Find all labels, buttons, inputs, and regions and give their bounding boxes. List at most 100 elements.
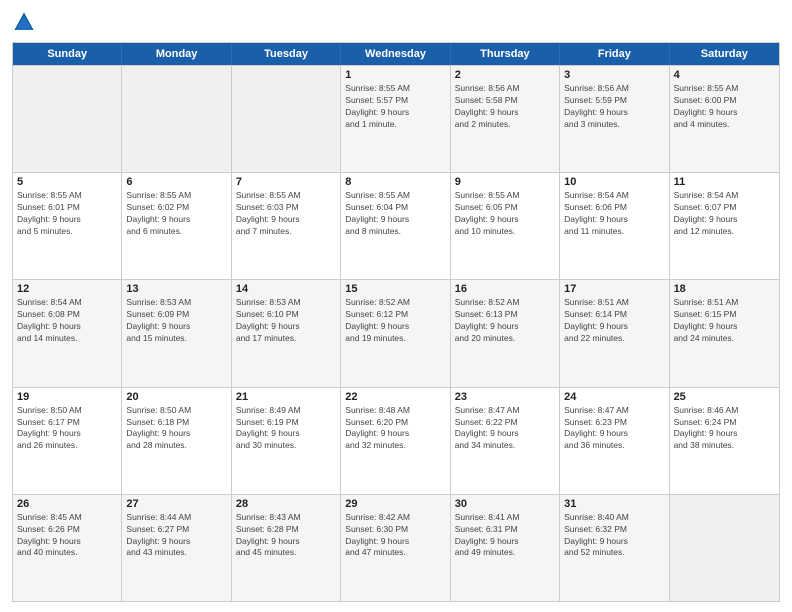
calendar-cell: 15 Sunrise: 8:52 AM Sunset: 6:12 PM Dayli… — [341, 280, 450, 386]
day-info: Sunrise: 8:54 AM Sunset: 6:06 PM Dayligh… — [564, 190, 664, 238]
calendar-cell: 3 Sunrise: 8:56 AM Sunset: 5:59 PM Daylig… — [560, 66, 669, 172]
day-info: Sunrise: 8:56 AM Sunset: 5:58 PM Dayligh… — [455, 83, 555, 131]
calendar-header: SundayMondayTuesdayWednesdayThursdayFrid… — [13, 43, 779, 65]
day-info: Sunrise: 8:53 AM Sunset: 6:10 PM Dayligh… — [236, 297, 336, 345]
calendar-cell: 14 Sunrise: 8:53 AM Sunset: 6:10 PM Dayli… — [232, 280, 341, 386]
calendar-cell: 29 Sunrise: 8:42 AM Sunset: 6:30 PM Dayli… — [341, 495, 450, 601]
calendar-cell: 7Sunrise: 8:55 AM Sunset: 6:03 PM Daylig… — [232, 173, 341, 279]
weekday-header: Thursday — [451, 43, 560, 65]
day-info: Sunrise: 8:55 AM Sunset: 6:03 PM Dayligh… — [236, 190, 336, 238]
day-info: Sunrise: 8:55 AM Sunset: 6:00 PM Dayligh… — [674, 83, 775, 131]
weekday-header: Saturday — [670, 43, 779, 65]
calendar-grid: SundayMondayTuesdayWednesdayThursdayFrid… — [12, 42, 780, 602]
calendar-row: 5 Sunrise: 8:55 AM Sunset: 6:01 PM Daylig… — [13, 172, 779, 279]
day-number: 27 — [126, 498, 226, 510]
day-number: 23 — [455, 391, 555, 403]
calendar-cell: 25 Sunrise: 8:46 AM Sunset: 6:24 PM Dayli… — [670, 388, 779, 494]
day-info: Sunrise: 8:55 AM Sunset: 6:05 PM Dayligh… — [455, 190, 555, 238]
weekday-header: Wednesday — [341, 43, 450, 65]
day-number: 15 — [345, 283, 445, 295]
calendar-cell: 10Sunrise: 8:54 AM Sunset: 6:06 PM Dayli… — [560, 173, 669, 279]
day-info: Sunrise: 8:50 AM Sunset: 6:18 PM Dayligh… — [126, 405, 226, 453]
day-info: Sunrise: 8:56 AM Sunset: 5:59 PM Dayligh… — [564, 83, 664, 131]
calendar-cell: 20 Sunrise: 8:50 AM Sunset: 6:18 PM Dayli… — [122, 388, 231, 494]
day-number: 17 — [564, 283, 664, 295]
calendar-row: 19 Sunrise: 8:50 AM Sunset: 6:17 PM Dayli… — [13, 387, 779, 494]
day-info: Sunrise: 8:49 AM Sunset: 6:19 PM Dayligh… — [236, 405, 336, 453]
day-number: 22 — [345, 391, 445, 403]
calendar-cell: 21Sunrise: 8:49 AM Sunset: 6:19 PM Dayli… — [232, 388, 341, 494]
calendar-cell: 9 Sunrise: 8:55 AM Sunset: 6:05 PM Daylig… — [451, 173, 560, 279]
calendar-cell: 16 Sunrise: 8:52 AM Sunset: 6:13 PM Dayli… — [451, 280, 560, 386]
day-info: Sunrise: 8:52 AM Sunset: 6:12 PM Dayligh… — [345, 297, 445, 345]
calendar-cell: 23 Sunrise: 8:47 AM Sunset: 6:22 PM Dayli… — [451, 388, 560, 494]
day-info: Sunrise: 8:46 AM Sunset: 6:24 PM Dayligh… — [674, 405, 775, 453]
day-info: Sunrise: 8:55 AM Sunset: 5:57 PM Dayligh… — [345, 83, 445, 131]
day-number: 19 — [17, 391, 117, 403]
day-number: 4 — [674, 69, 775, 81]
day-info: Sunrise: 8:54 AM Sunset: 6:07 PM Dayligh… — [674, 190, 775, 238]
day-number: 6 — [126, 176, 226, 188]
calendar-cell: 11 Sunrise: 8:54 AM Sunset: 6:07 PM Dayli… — [670, 173, 779, 279]
calendar-cell: 27Sunrise: 8:44 AM Sunset: 6:27 PM Dayli… — [122, 495, 231, 601]
calendar-cell: 17Sunrise: 8:51 AM Sunset: 6:14 PM Dayli… — [560, 280, 669, 386]
calendar-body: 1Sunrise: 8:55 AM Sunset: 5:57 PM Daylig… — [13, 65, 779, 601]
day-number: 2 — [455, 69, 555, 81]
calendar-cell: 8 Sunrise: 8:55 AM Sunset: 6:04 PM Daylig… — [341, 173, 450, 279]
day-number: 13 — [126, 283, 226, 295]
day-number: 29 — [345, 498, 445, 510]
calendar-cell: 26 Sunrise: 8:45 AM Sunset: 6:26 PM Dayli… — [13, 495, 122, 601]
day-number: 26 — [17, 498, 117, 510]
day-info: Sunrise: 8:55 AM Sunset: 6:04 PM Dayligh… — [345, 190, 445, 238]
day-number: 16 — [455, 283, 555, 295]
day-number: 18 — [674, 283, 775, 295]
day-number: 11 — [674, 176, 775, 188]
weekday-header: Monday — [122, 43, 231, 65]
calendar-cell: 2 Sunrise: 8:56 AM Sunset: 5:58 PM Daylig… — [451, 66, 560, 172]
day-number: 31 — [564, 498, 664, 510]
calendar-cell: 28 Sunrise: 8:43 AM Sunset: 6:28 PM Dayli… — [232, 495, 341, 601]
day-info: Sunrise: 8:50 AM Sunset: 6:17 PM Dayligh… — [17, 405, 117, 453]
calendar-cell: 30Sunrise: 8:41 AM Sunset: 6:31 PM Dayli… — [451, 495, 560, 601]
calendar-cell — [13, 66, 122, 172]
day-number: 5 — [17, 176, 117, 188]
calendar-cell — [670, 495, 779, 601]
calendar-cell: 24Sunrise: 8:47 AM Sunset: 6:23 PM Dayli… — [560, 388, 669, 494]
day-info: Sunrise: 8:40 AM Sunset: 6:32 PM Dayligh… — [564, 512, 664, 560]
day-number: 30 — [455, 498, 555, 510]
day-number: 9 — [455, 176, 555, 188]
day-info: Sunrise: 8:52 AM Sunset: 6:13 PM Dayligh… — [455, 297, 555, 345]
calendar-cell: 31 Sunrise: 8:40 AM Sunset: 6:32 PM Dayli… — [560, 495, 669, 601]
day-info: Sunrise: 8:43 AM Sunset: 6:28 PM Dayligh… — [236, 512, 336, 560]
day-info: Sunrise: 8:54 AM Sunset: 6:08 PM Dayligh… — [17, 297, 117, 345]
weekday-header: Sunday — [13, 43, 122, 65]
day-info: Sunrise: 8:51 AM Sunset: 6:15 PM Dayligh… — [674, 297, 775, 345]
day-info: Sunrise: 8:55 AM Sunset: 6:01 PM Dayligh… — [17, 190, 117, 238]
page-header — [12, 10, 780, 34]
day-info: Sunrise: 8:48 AM Sunset: 6:20 PM Dayligh… — [345, 405, 445, 453]
day-number: 12 — [17, 283, 117, 295]
calendar-cell: 5 Sunrise: 8:55 AM Sunset: 6:01 PM Daylig… — [13, 173, 122, 279]
calendar-row: 12 Sunrise: 8:54 AM Sunset: 6:08 PM Dayli… — [13, 279, 779, 386]
calendar-row: 26 Sunrise: 8:45 AM Sunset: 6:26 PM Dayli… — [13, 494, 779, 601]
weekday-header: Friday — [560, 43, 669, 65]
calendar-cell — [122, 66, 231, 172]
calendar-cell: 6 Sunrise: 8:55 AM Sunset: 6:02 PM Daylig… — [122, 173, 231, 279]
day-number: 20 — [126, 391, 226, 403]
day-info: Sunrise: 8:45 AM Sunset: 6:26 PM Dayligh… — [17, 512, 117, 560]
calendar-cell: 12 Sunrise: 8:54 AM Sunset: 6:08 PM Dayli… — [13, 280, 122, 386]
weekday-header: Tuesday — [232, 43, 341, 65]
calendar-cell: 4 Sunrise: 8:55 AM Sunset: 6:00 PM Daylig… — [670, 66, 779, 172]
day-number: 8 — [345, 176, 445, 188]
day-number: 25 — [674, 391, 775, 403]
day-info: Sunrise: 8:55 AM Sunset: 6:02 PM Dayligh… — [126, 190, 226, 238]
calendar-row: 1Sunrise: 8:55 AM Sunset: 5:57 PM Daylig… — [13, 65, 779, 172]
calendar-cell: 13Sunrise: 8:53 AM Sunset: 6:09 PM Dayli… — [122, 280, 231, 386]
day-info: Sunrise: 8:47 AM Sunset: 6:22 PM Dayligh… — [455, 405, 555, 453]
day-info: Sunrise: 8:42 AM Sunset: 6:30 PM Dayligh… — [345, 512, 445, 560]
day-number: 28 — [236, 498, 336, 510]
day-number: 14 — [236, 283, 336, 295]
calendar-cell: 1Sunrise: 8:55 AM Sunset: 5:57 PM Daylig… — [341, 66, 450, 172]
calendar-cell: 19 Sunrise: 8:50 AM Sunset: 6:17 PM Dayli… — [13, 388, 122, 494]
day-number: 3 — [564, 69, 664, 81]
